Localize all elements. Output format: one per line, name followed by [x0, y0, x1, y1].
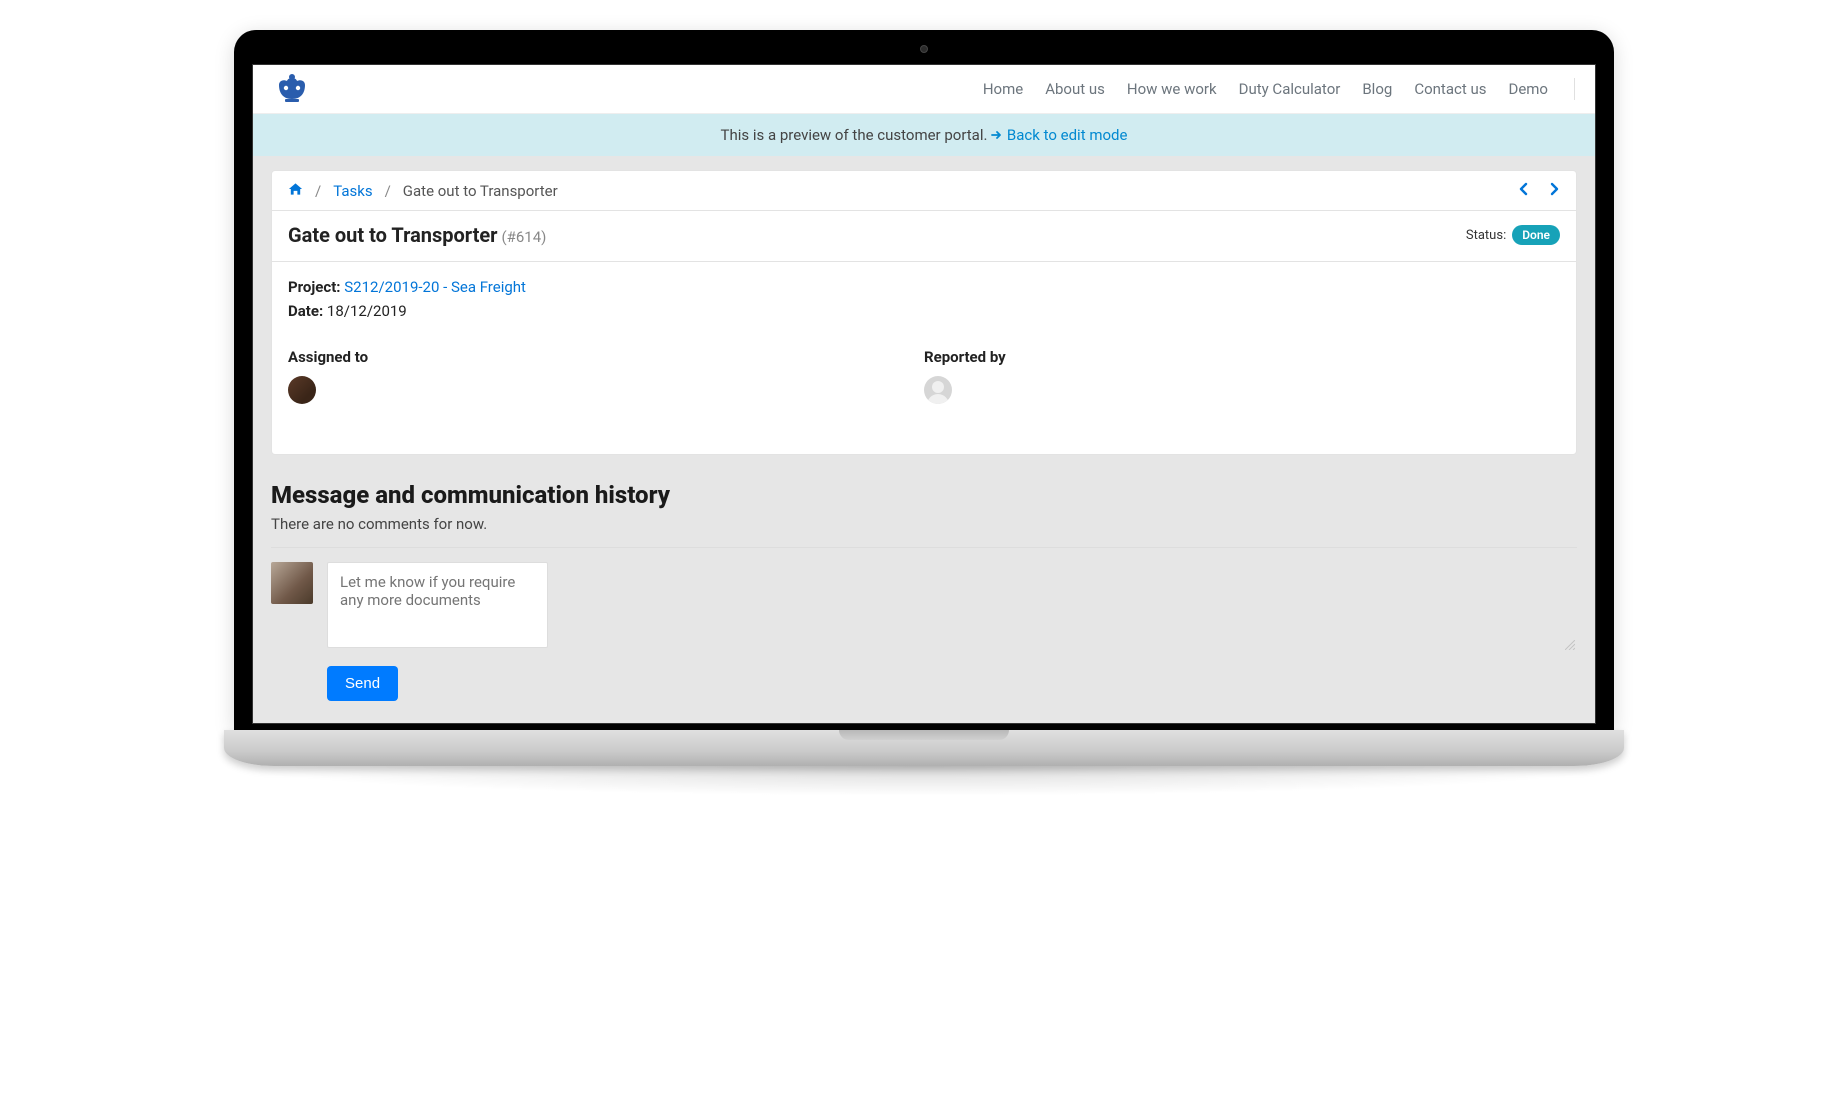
camera-icon [920, 45, 928, 53]
arrow-right-icon [991, 126, 1003, 144]
comment-input[interactable] [327, 562, 548, 648]
nav-blog[interactable]: Blog [1362, 80, 1392, 98]
project-link[interactable]: S212/2019-20 - Sea Freight [344, 278, 526, 296]
assigned-avatar[interactable] [288, 376, 316, 404]
assigned-col: Assigned to [288, 348, 924, 404]
laptop-mockup: Home About us How we work Duty Calculato… [234, 30, 1614, 796]
page-body: / Tasks / Gate out to Transporter [253, 156, 1595, 721]
people-row: Assigned to Reported by [288, 348, 1560, 404]
reported-col: Reported by [924, 348, 1560, 404]
top-nav: Home About us How we work Duty Calculato… [983, 78, 1575, 100]
back-to-edit-link[interactable]: Back to edit mode [991, 126, 1127, 144]
compose-row [271, 562, 1577, 652]
laptop-base [224, 730, 1624, 766]
task-card: / Tasks / Gate out to Transporter [271, 170, 1577, 455]
back-to-edit-label: Back to edit mode [1007, 126, 1128, 144]
card-body: Project: S212/2019-20 - Sea Freight Date… [272, 262, 1576, 454]
preview-banner-text: This is a preview of the customer portal… [721, 126, 988, 144]
status-badge: Done [1512, 225, 1560, 245]
compose-avatar [271, 562, 313, 604]
card-header: / Tasks / Gate out to Transporter [272, 171, 1576, 211]
crown-logo-icon [273, 73, 311, 105]
home-icon[interactable] [288, 182, 303, 200]
history-divider [271, 547, 1577, 548]
nav-home[interactable]: Home [983, 80, 1023, 98]
nav-divider [1574, 78, 1575, 100]
nav-about-us[interactable]: About us [1045, 80, 1105, 98]
history-heading: Message and communication history [271, 481, 1577, 509]
assigned-label: Assigned to [288, 348, 924, 366]
date-row: Date: 18/12/2019 [288, 302, 1560, 320]
project-label: Project: [288, 278, 341, 296]
task-id: (#614) [501, 228, 546, 246]
history-section: Message and communication history There … [271, 481, 1577, 701]
preview-banner: This is a preview of the customer portal… [253, 114, 1595, 156]
nav-how-we-work[interactable]: How we work [1127, 80, 1217, 98]
date-label: Date: [288, 302, 323, 320]
project-row: Project: S212/2019-20 - Sea Freight [288, 278, 1560, 296]
task-title: Gate out to Transporter [288, 223, 498, 247]
laptop-bezel: Home About us How we work Duty Calculato… [234, 30, 1614, 730]
chevron-left-icon [1518, 182, 1530, 196]
resize-handle-icon [1565, 640, 1575, 650]
app-header: Home About us How we work Duty Calculato… [253, 65, 1595, 114]
send-button[interactable]: Send [327, 666, 398, 701]
breadcrumb-tasks-link[interactable]: Tasks [333, 182, 372, 200]
chevron-right-icon [1548, 182, 1560, 196]
status: Status: Done [1466, 225, 1560, 245]
pager [1518, 180, 1560, 201]
laptop-shadow [224, 766, 1624, 796]
next-button[interactable] [1548, 180, 1560, 201]
prev-button[interactable] [1518, 180, 1530, 201]
laptop-hinge-notch [839, 730, 1009, 740]
breadcrumb-current: Gate out to Transporter [403, 182, 558, 200]
reported-avatar[interactable] [924, 376, 952, 404]
breadcrumb: / Tasks / Gate out to Transporter [288, 182, 558, 200]
nav-duty-calculator[interactable]: Duty Calculator [1239, 80, 1341, 98]
screen: Home About us How we work Duty Calculato… [252, 64, 1596, 724]
no-comments-text: There are no comments for now. [271, 515, 1577, 533]
breadcrumb-sep-2: / [385, 182, 391, 200]
logo[interactable] [273, 73, 311, 105]
reported-label: Reported by [924, 348, 1560, 366]
date-value: 18/12/2019 [327, 302, 407, 320]
status-label: Status: [1466, 228, 1506, 243]
nav-contact-us[interactable]: Contact us [1414, 80, 1486, 98]
breadcrumb-sep-1: / [315, 182, 321, 200]
nav-demo[interactable]: Demo [1508, 80, 1548, 98]
card-title-row: Gate out to Transporter (#614) Status: D… [272, 211, 1576, 262]
